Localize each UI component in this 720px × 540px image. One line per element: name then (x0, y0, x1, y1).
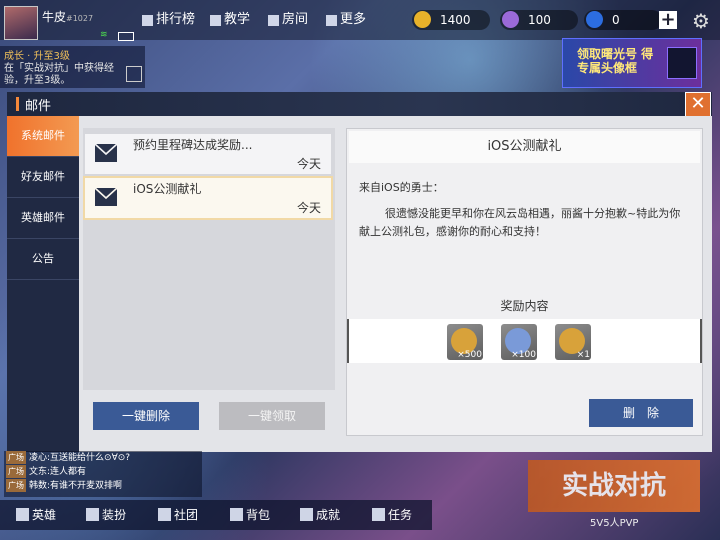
wardrobe-icon (86, 508, 99, 521)
mail-detail-panel: iOS公测献礼 来自iOS的勇士： 很遗憾没能更早和你在风云岛相遇，丽酱十分抱歉… (346, 128, 703, 436)
delete-button[interactable]: 删 除 (589, 399, 693, 427)
blue-gem-counter[interactable]: 0 (584, 10, 662, 30)
mail-text: 很遗憾没能更早和你在风云岛相遇，丽酱十分抱歉~特此为你献上公测礼包，感谢你的耐心… (359, 207, 681, 238)
reward-item[interactable]: ×1 (555, 324, 591, 360)
add-currency-button[interactable]: + (659, 11, 677, 29)
gold-counter[interactable]: 1400 (412, 10, 490, 30)
pvp-subtitle: 5V5人PVP (590, 518, 639, 529)
mail-list-item-selected[interactable]: iOS公测献礼 今天 (83, 176, 333, 220)
chat-line: 广场 凌心:互送能给什么⊙∀⊙? (6, 451, 131, 464)
mail-list-item[interactable]: 预约里程碑达成奖励... 今天 (85, 134, 331, 174)
task-icon (372, 508, 385, 521)
nav-room[interactable]: 房间 (268, 10, 308, 30)
tab-friend-mail[interactable]: 好友邮件 (7, 157, 79, 198)
growth-panel[interactable]: 成长 · 升至3级 在「实战对抗」中获得经验，升至3级。 (0, 46, 145, 88)
mail-list[interactable]: 预约里程碑达成奖励... 今天 iOS公测献礼 今天 (83, 128, 335, 390)
event-banner[interactable]: 领取曙光号 得 专属头像框 (562, 38, 702, 88)
lock-icon (158, 508, 171, 521)
tab-hero-mail[interactable]: 英雄邮件 (7, 198, 79, 239)
battery-icon (118, 32, 134, 41)
close-button[interactable]: ✕ (685, 92, 711, 118)
home-icon (268, 14, 279, 26)
purple-gem-icon (502, 11, 519, 28)
envelope-icon (95, 144, 117, 162)
hero-icon (16, 508, 29, 521)
gear-icon[interactable]: ⚙ (692, 9, 710, 33)
bar-chart-icon (142, 14, 153, 26)
title-accent (16, 97, 19, 111)
tab-system-mail[interactable]: 系统邮件 (7, 116, 79, 157)
top-bar: 牛皮#1027 ≋ 排行榜 教学 房间 更多 1400 100 0 + ⚙ (0, 0, 720, 41)
player-name: 牛皮#1027 (42, 10, 94, 24)
dialog-title: 邮件 (25, 99, 52, 114)
mail-dialog: 邮件 ✕ 系统邮件 好友邮件 英雄邮件 公告 预约里程碑达成奖励... 今天 i… (7, 92, 712, 452)
mail-detail-title: iOS公测献礼 (349, 131, 700, 163)
close-icon: ✕ (690, 93, 706, 114)
mail-greeting: 来自iOS的勇士： (359, 181, 444, 194)
gold-coin-icon (414, 11, 431, 28)
nav-wardrobe[interactable]: 装扮 (86, 506, 126, 523)
nav-more[interactable]: 更多 (326, 10, 366, 30)
wifi-icon: ≋ (100, 30, 108, 40)
reward-heading: 奖励内容 (500, 299, 549, 313)
nav-backpack[interactable]: 背包 (230, 506, 270, 523)
nav-leaderboard[interactable]: 排行榜 (142, 10, 195, 30)
avatar-frame-icon (667, 47, 697, 79)
chat-line: 广场 韩数:有谁不开麦双排啊 (6, 479, 123, 492)
avatar[interactable] (4, 6, 38, 40)
nav-achievement[interactable]: 成就 (300, 506, 340, 523)
bottom-nav: 英雄 装扮 社团 背包 成就 任务 (0, 500, 432, 530)
mail-content: 预约里程碑达成奖励... 今天 iOS公测献礼 今天 一键删除 一键领取 iOS… (79, 116, 712, 452)
delete-all-button[interactable]: 一键删除 (93, 402, 199, 430)
reward-item[interactable]: ×500 (447, 324, 483, 360)
chat-box[interactable]: 广场 凌心:互送能给什么⊙∀⊙? 广场 文东:连人都有 广场 韩数:有谁不开麦双排啊 (4, 451, 202, 497)
book-icon (210, 14, 221, 26)
mail-detail-body: 来自iOS的勇士： 很遗憾没能更早和你在风云岛相遇，丽酱十分抱歉~特此为你献上公… (359, 179, 689, 249)
nav-club[interactable]: 社团 (158, 506, 198, 523)
nav-hero[interactable]: 英雄 (16, 506, 56, 523)
pvp-button[interactable]: 实战对抗 (528, 460, 700, 512)
chat-line: 广场 文东:连人都有 (6, 465, 87, 478)
lock-icon (300, 508, 313, 521)
reward-row: ×500 ×100 ×1 (347, 319, 702, 363)
tab-announcement[interactable]: 公告 (7, 239, 79, 280)
claim-all-button[interactable]: 一键领取 (219, 402, 325, 430)
nav-tutorial[interactable]: 教学 (210, 10, 250, 30)
purple-gem-counter[interactable]: 100 (500, 10, 578, 30)
gift-icon (126, 66, 142, 82)
nav-tasks[interactable]: 任务 (372, 506, 412, 523)
dialog-title-bar: 邮件 ✕ (7, 92, 712, 118)
mail-tabs: 系统邮件 好友邮件 英雄邮件 公告 (7, 116, 79, 452)
grid-icon (326, 14, 337, 26)
blue-gem-icon (586, 11, 603, 28)
envelope-icon (95, 188, 117, 206)
backpack-icon (230, 508, 243, 521)
reward-item[interactable]: ×100 (501, 324, 537, 360)
